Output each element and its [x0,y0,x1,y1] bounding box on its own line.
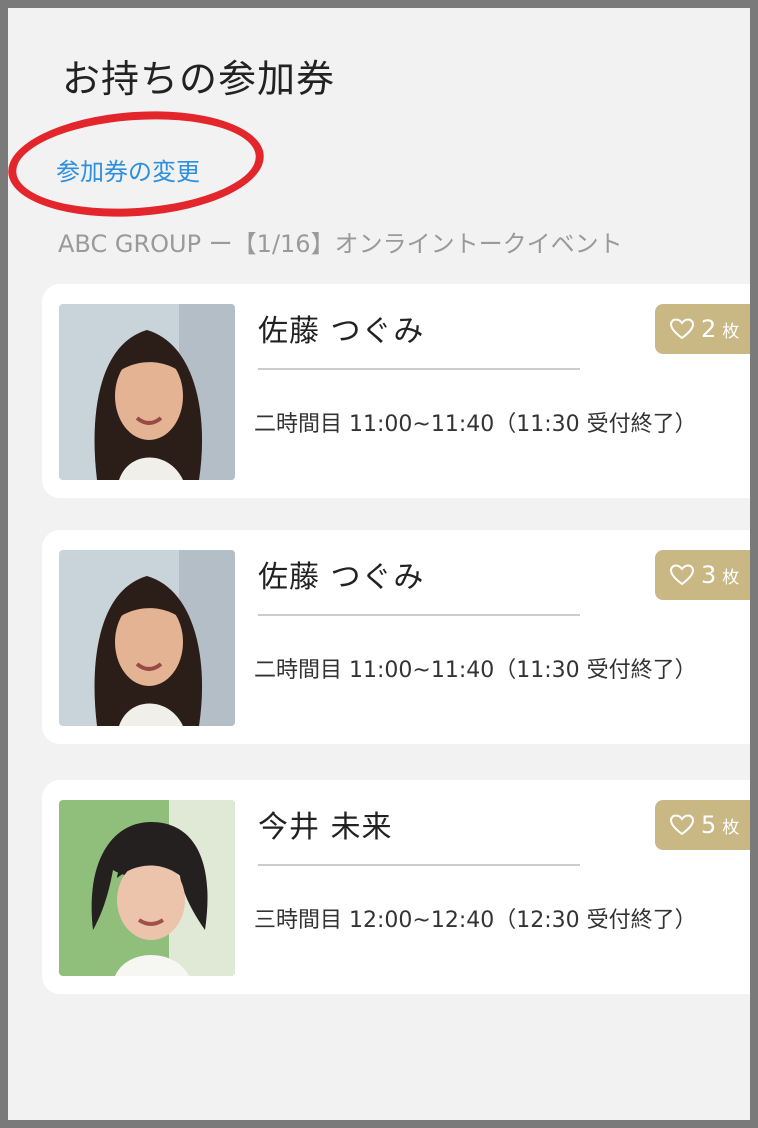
time-slot: 二時間目 11:00~11:40（11:30 受付終了） [254,658,697,683]
heart-outline-icon [669,564,695,586]
divider [258,614,580,616]
member-name: 今井 未来 [258,810,393,845]
ticket-unit: 枚 [722,817,740,838]
ticket-unit: 枚 [722,567,740,588]
time-slot: 二時間目 11:00~11:40（11:30 受付終了） [254,412,697,437]
page-title: お持ちの参加券 [62,57,336,101]
ticket-count: 5 [701,811,717,839]
change-ticket-link[interactable]: 参加券の変更 [56,152,200,187]
member-photo [59,304,235,480]
divider [258,864,580,866]
ticket-card[interactable]: 佐藤 つぐみ 二時間目 11:00~11:40（11:30 受付終了） 3 枚 [42,530,750,744]
ticket-unit: 枚 [722,321,740,342]
ticket-count-badge: 3 枚 [655,550,750,600]
time-slot: 三時間目 12:00~12:40（12:30 受付終了） [254,908,697,933]
member-name: 佐藤 つぐみ [258,560,425,595]
member-photo [59,800,235,976]
ticket-count: 3 [701,561,717,589]
ticket-card[interactable]: 今井 未来 三時間目 12:00~12:40（12:30 受付終了） 5 枚 [42,780,750,994]
event-heading: ABC GROUP ー【1/16】オンライントークイベント [58,230,623,258]
ticket-card[interactable]: 佐藤 つぐみ 二時間目 11:00~11:40（11:30 受付終了） 2 枚 [42,284,750,498]
heart-outline-icon [669,814,695,836]
ticket-count-badge: 5 枚 [655,800,750,850]
ticket-count-badge: 2 枚 [655,304,750,354]
ticket-count: 2 [701,315,717,343]
heart-outline-icon [669,318,695,340]
member-name: 佐藤 つぐみ [258,314,425,349]
divider [258,368,580,370]
member-photo [59,550,235,726]
tickets-screen: お持ちの参加券 参加券の変更 ABC GROUP ー【1/16】オンライントーク… [8,8,750,1120]
